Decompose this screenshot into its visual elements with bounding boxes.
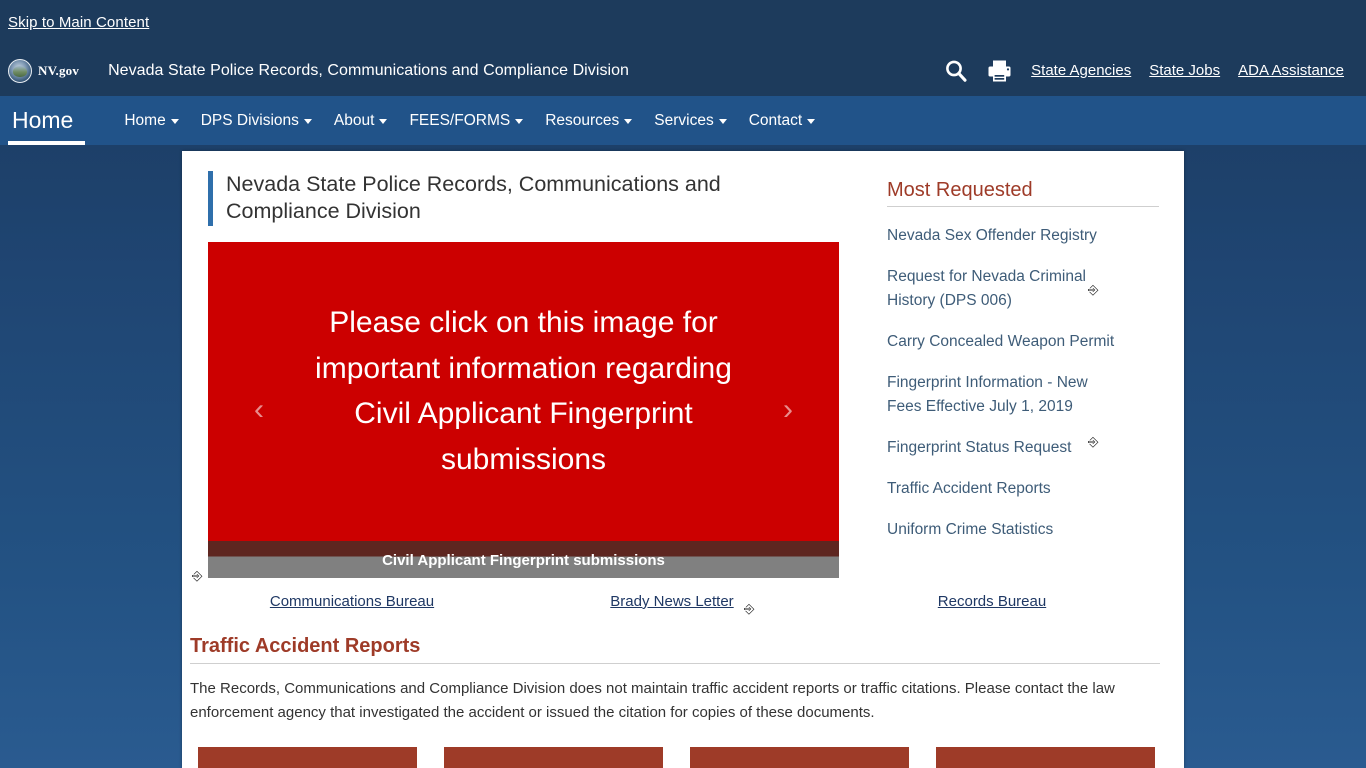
- hero-carousel[interactable]: Please click on this image for important…: [208, 241, 839, 578]
- section-button-1[interactable]: [198, 747, 417, 768]
- section-heading: Traffic Accident Reports: [190, 635, 1160, 664]
- chevron-down-icon: [515, 119, 524, 124]
- sidebar-item-fingerprint-information[interactable]: Fingerprint Information - New Fees Effec…: [887, 374, 1088, 415]
- header-link-state-jobs[interactable]: State Jobs: [1149, 62, 1220, 79]
- sidebar-heading: Most Requested: [887, 179, 1159, 207]
- quick-links-row: Communications Bureau Brady News Letter …: [192, 593, 1152, 611]
- section-button-4[interactable]: [936, 747, 1155, 768]
- nav-item-resources[interactable]: Resources: [534, 112, 643, 130]
- chevron-right-icon: ›: [783, 392, 793, 426]
- carousel-next-button[interactable]: ›: [771, 393, 805, 427]
- nav-item-fees-forms[interactable]: FEES/FORMS: [398, 112, 534, 130]
- skip-bar: Skip to Main Content: [0, 0, 1366, 45]
- nav-item-services[interactable]: Services: [643, 112, 737, 130]
- chevron-left-icon: ‹: [254, 392, 264, 426]
- search-button[interactable]: [943, 58, 969, 84]
- nv-gov-label: NV.gov: [38, 62, 80, 78]
- nav-item-label: Services: [654, 111, 714, 129]
- list-item: Fingerprint Information - New Fees Effec…: [887, 371, 1115, 419]
- carousel-slide[interactable]: Please click on this image for important…: [208, 241, 839, 541]
- carousel-slide-text: Please click on this image for important…: [315, 305, 732, 476]
- chevron-down-icon: [303, 119, 312, 124]
- chevron-down-icon: [807, 119, 816, 124]
- sidebar-most-requested: Most Requested Nevada Sex Offender Regis…: [858, 165, 1166, 578]
- site-title: Nevada State Police Records, Communicati…: [108, 61, 629, 79]
- search-icon: [946, 60, 967, 82]
- main-column: Nevada State Police Records, Communicati…: [198, 165, 858, 578]
- sidebar-item-traffic-accident-reports[interactable]: Traffic Accident Reports: [887, 480, 1051, 497]
- sidebar-item-fingerprint-status-request[interactable]: Fingerprint Status Request: [887, 439, 1071, 456]
- header-utility-links: State Agencies State Jobs ADA Assistance: [943, 58, 1344, 84]
- nav-item-label: DPS Divisions: [200, 111, 299, 129]
- nav-item-label: Home: [124, 111, 166, 129]
- nav-item-home[interactable]: Home: [113, 112, 189, 130]
- quick-link-communications-bureau[interactable]: Communications Bureau: [270, 593, 434, 610]
- section-body-text: The Records, Communications and Complian…: [190, 679, 1115, 721]
- skip-to-main-content-link[interactable]: Skip to Main Content: [8, 14, 149, 31]
- nav-item-about[interactable]: About: [323, 112, 399, 130]
- nav-item-dps-divisions[interactable]: DPS Divisions: [190, 112, 323, 130]
- carousel-caption: Civil Applicant Fingerprint submissions: [208, 540, 839, 578]
- print-button[interactable]: [987, 59, 1013, 83]
- chevron-down-icon: [379, 119, 388, 124]
- sidebar-item-request-for-nevada-criminal-history[interactable]: Request for Nevada Criminal History (DPS…: [887, 268, 1086, 309]
- quick-link-records-bureau[interactable]: Records Bureau: [938, 593, 1046, 610]
- nav-item-label: About: [333, 111, 375, 129]
- nav-item-label: Resources: [545, 111, 620, 129]
- header-link-ada-assistance[interactable]: ADA Assistance: [1238, 62, 1344, 79]
- list-item: Request for Nevada Criminal History (DPS…: [887, 265, 1115, 313]
- sidebar-item-uniform-crime-statistics[interactable]: Uniform Crime Statistics: [887, 521, 1053, 538]
- section-button-3[interactable]: [690, 747, 909, 768]
- section-button-2[interactable]: [444, 747, 663, 768]
- nav-item-contact[interactable]: Contact: [738, 112, 826, 130]
- list-item: Fingerprint Status Request: [887, 436, 1115, 460]
- list-item: Traffic Accident Reports: [887, 477, 1115, 501]
- nav-brand-home[interactable]: Home: [8, 96, 91, 145]
- quick-link-brady-news-letter[interactable]: Brady News Letter: [610, 593, 733, 610]
- site-header: NV.gov Nevada State Police Records, Comm…: [0, 45, 1366, 96]
- page-background: Nevada State Police Records, Communicati…: [0, 145, 1366, 768]
- chevron-down-icon: [718, 119, 727, 124]
- nav-items: Home DPS Divisions About FEES/FORMS Reso…: [113, 112, 826, 130]
- section-button-row: [198, 747, 1160, 768]
- main-navigation: Home Home DPS Divisions About FEES/FORMS…: [0, 96, 1366, 145]
- sidebar-item-carry-concealed-weapon-permit[interactable]: Carry Concealed Weapon Permit: [887, 333, 1114, 350]
- quick-link-brady-news-letter-cell: Brady News Letter: [512, 593, 832, 611]
- quick-link-records-bureau-cell: Records Bureau: [832, 593, 1152, 611]
- nv-gov-brand[interactable]: NV.gov: [8, 58, 80, 83]
- quick-link-communications-bureau-cell: Communications Bureau: [192, 593, 512, 611]
- nav-item-label: Contact: [748, 111, 803, 129]
- traffic-accident-reports-section: Traffic Accident Reports The Records, Co…: [190, 635, 1160, 768]
- list-item: Nevada Sex Offender Registry: [887, 224, 1115, 248]
- nav-item-label: FEES/FORMS: [409, 111, 511, 129]
- header-link-state-agencies[interactable]: State Agencies: [1031, 62, 1131, 79]
- list-item: Carry Concealed Weapon Permit: [887, 330, 1115, 354]
- content-card: Nevada State Police Records, Communicati…: [182, 151, 1184, 768]
- sidebar-item-nevada-sex-offender-registry[interactable]: Nevada Sex Offender Registry: [887, 227, 1097, 244]
- sidebar-list: Nevada Sex Offender Registry Request for…: [887, 224, 1115, 542]
- chevron-down-icon: [624, 119, 633, 124]
- carousel-caption-text: Civil Applicant Fingerprint submissions: [382, 551, 665, 569]
- printer-icon: [988, 60, 1011, 81]
- content-layout: Nevada State Police Records, Communicati…: [182, 151, 1184, 578]
- chevron-down-icon: [170, 119, 179, 124]
- page-title: Nevada State Police Records, Communicati…: [208, 171, 798, 226]
- nevada-state-seal-icon: [8, 58, 32, 83]
- carousel-prev-button[interactable]: ‹: [242, 393, 276, 427]
- list-item: Uniform Crime Statistics: [887, 518, 1115, 542]
